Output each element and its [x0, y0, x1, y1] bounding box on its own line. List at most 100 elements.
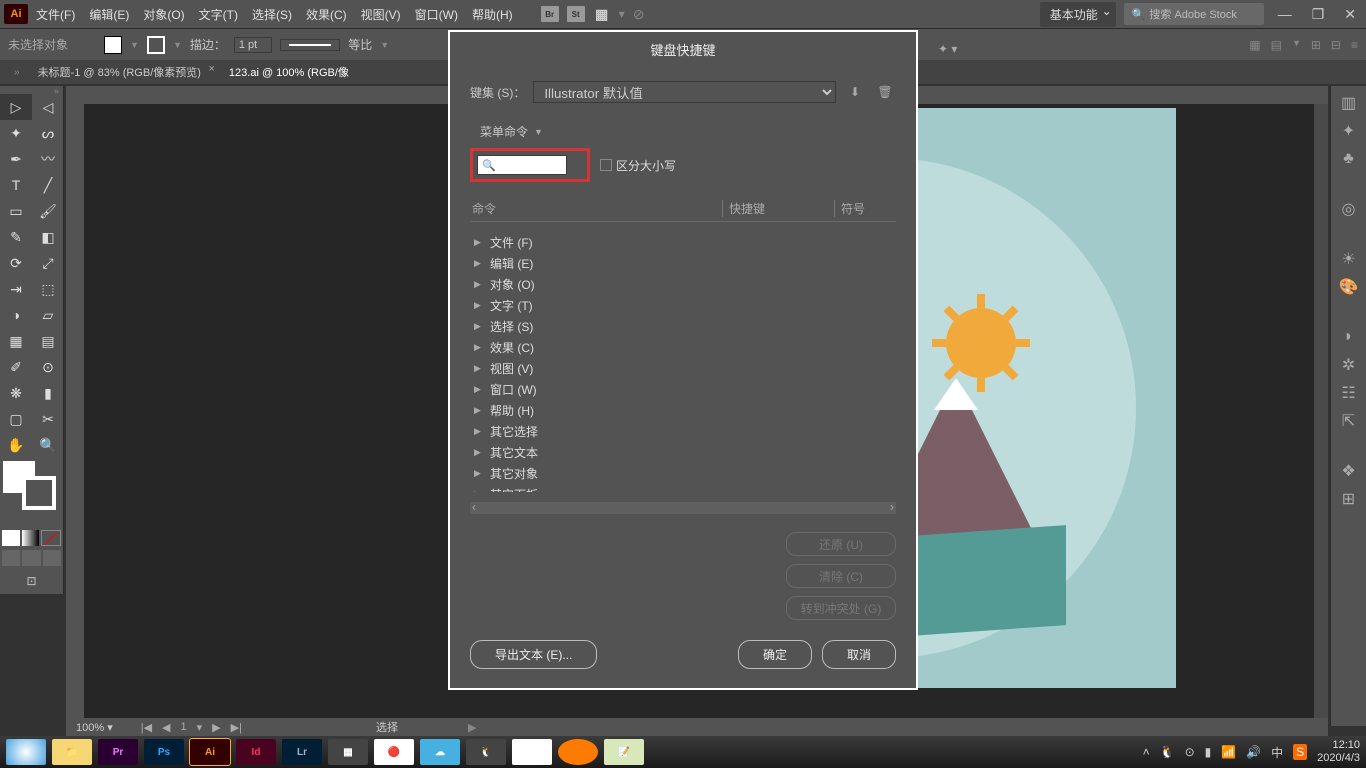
stroke-color[interactable]	[22, 476, 56, 510]
panel-icon[interactable]: ▤	[1271, 38, 1282, 52]
chevron-down-icon[interactable]: ▼	[1292, 38, 1301, 52]
cancel-button[interactable]: 取消	[822, 640, 896, 669]
line-tool[interactable]: ╱	[32, 172, 64, 198]
tray-ime-icon[interactable]: 中	[1271, 744, 1283, 761]
taskbar-chrome-icon[interactable]: ◉	[512, 739, 552, 765]
window-minimize[interactable]: —	[1272, 4, 1298, 24]
taskbar-app-icon[interactable]	[558, 739, 598, 765]
gpu-icon[interactable]: ⊘	[633, 6, 645, 23]
draw-mode[interactable]	[43, 550, 61, 566]
close-icon[interactable]: ×	[208, 63, 214, 75]
stock-icon[interactable]: St	[567, 6, 585, 22]
stroke-swatch[interactable]	[147, 36, 165, 54]
command-row[interactable]: ▶选择 (S)	[470, 316, 896, 337]
export-text-button[interactable]: 导出文本 (E)...	[470, 640, 597, 669]
artboard-tool[interactable]: ▢	[0, 406, 32, 432]
chevron-down-icon[interactable]: ▾	[619, 7, 625, 21]
fill-swatch[interactable]	[104, 36, 122, 54]
window-restore[interactable]: ❐	[1306, 4, 1331, 25]
curvature-tool[interactable]: 〰	[32, 146, 64, 172]
asset-export-icon[interactable]: ⇱	[1336, 408, 1362, 434]
save-preset-icon[interactable]: ⬇	[844, 81, 866, 103]
scale-tool[interactable]: ⤢	[32, 250, 64, 276]
mesh-tool[interactable]: ▦	[0, 328, 32, 354]
delete-preset-icon[interactable]: 🗑	[874, 81, 896, 103]
color-panel-icon[interactable]: ♣	[1336, 146, 1362, 172]
taskbar-qq-icon[interactable]: 🐧	[466, 739, 506, 765]
menu-select[interactable]: 选择(S)	[246, 2, 298, 27]
next-artboard[interactable]: ▶	[208, 721, 224, 734]
tray-network-icon[interactable]: ▮	[1205, 745, 1212, 759]
document-tab-active[interactable]: 123.ai @ 100% (RGB/像	[219, 60, 367, 84]
direct-selection-tool[interactable]: ◁	[32, 94, 64, 120]
tray-clock[interactable]: 12:10 2020/4/3	[1317, 739, 1360, 765]
taskbar-illustrator-icon[interactable]: Ai	[190, 739, 230, 765]
chevron-down-icon[interactable]: ▼	[130, 40, 139, 50]
color-mode[interactable]	[2, 530, 20, 546]
tray-chevron-icon[interactable]: ˄	[1143, 745, 1150, 759]
free-transform-tool[interactable]: ⬚	[32, 276, 64, 302]
selection-tool[interactable]: ▷	[0, 94, 32, 120]
none-mode[interactable]	[41, 530, 61, 546]
bridge-icon[interactable]: Br	[541, 6, 559, 22]
taskbar-explorer-icon[interactable]: 📁	[52, 739, 92, 765]
taskbar-lightroom-icon[interactable]: Lr	[282, 739, 322, 765]
command-row[interactable]: ▶文字 (T)	[470, 295, 896, 316]
menu-type[interactable]: 文字(T)	[193, 2, 244, 27]
rotate-tool[interactable]: ⟳	[0, 250, 32, 276]
screen-mode[interactable]: ⊡	[0, 568, 63, 594]
layers-panel-icon[interactable]: ❖	[1336, 458, 1362, 484]
taskbar-app-icon[interactable]: 🔴	[374, 739, 414, 765]
stroke-panel-icon[interactable]: ☷	[1336, 380, 1362, 406]
pen-tool[interactable]: ✒	[0, 146, 32, 172]
cc-panel-icon[interactable]: ◎	[1336, 196, 1362, 222]
stroke-profile[interactable]	[280, 39, 340, 51]
artboards-panel-icon[interactable]: ⊞	[1336, 486, 1362, 512]
command-row[interactable]: ▶文件 (F)	[470, 232, 896, 253]
artboard-dd-icon[interactable]: ▾	[193, 721, 207, 734]
chevron-down-icon[interactable]: ▼	[380, 40, 389, 50]
taskbar-indesign-icon[interactable]: Id	[236, 739, 276, 765]
case-checkbox[interactable]	[600, 159, 612, 171]
window-close[interactable]: ✕	[1338, 4, 1362, 25]
command-row[interactable]: ▶编辑 (E)	[470, 253, 896, 274]
prev-artboard[interactable]: ◀	[158, 721, 174, 734]
eyedropper-tool[interactable]: ✐	[0, 354, 32, 380]
gradient-mode[interactable]	[22, 530, 40, 546]
draw-mode[interactable]	[22, 550, 40, 566]
tray-app-icon[interactable]: ⊙	[1185, 745, 1195, 759]
taskbar-browser-icon[interactable]	[6, 739, 46, 765]
draw-mode[interactable]	[2, 550, 20, 566]
panel-menu-icon[interactable]: ✦ ▾	[938, 42, 957, 56]
command-row[interactable]: ▶其它选择	[470, 421, 896, 442]
command-type-dropdown[interactable]: 菜单命令	[480, 123, 528, 140]
command-row[interactable]: ▶其它对象	[470, 463, 896, 484]
zoom-tool[interactable]: 🔍	[32, 432, 64, 458]
menu-icon[interactable]: ≡	[1351, 38, 1358, 52]
blend-tool[interactable]: ⊙	[32, 354, 64, 380]
menu-effect[interactable]: 效果(C)	[300, 2, 353, 27]
stock-search[interactable]: 🔍 搜索 Adobe Stock	[1124, 3, 1264, 25]
taskbar-notepad-icon[interactable]: 📝	[604, 739, 644, 765]
arrange-icon[interactable]: ▦	[593, 6, 611, 22]
command-row[interactable]: ▶视图 (V)	[470, 358, 896, 379]
tray-qq-icon[interactable]: 🐧	[1160, 745, 1175, 759]
scroll-arrow-icon[interactable]: ▶	[468, 721, 476, 734]
perspective-tool[interactable]: ▱	[32, 302, 64, 328]
zoom-level[interactable]: 100% ▾	[72, 721, 127, 734]
tray-wifi-icon[interactable]: 📶	[1221, 745, 1236, 759]
properties-panel-icon[interactable]: ▥	[1336, 90, 1362, 116]
gradient-tool[interactable]: ▤	[32, 328, 64, 354]
scrollbar-horizontal[interactable]	[470, 502, 896, 514]
rectangle-tool[interactable]: ▭	[0, 198, 32, 224]
shape-builder-tool[interactable]: ◑	[0, 302, 32, 328]
color-wheel-icon[interactable]: ☀	[1336, 246, 1362, 272]
tray-sogou-icon[interactable]: S	[1293, 744, 1307, 760]
symbol-sprayer-tool[interactable]: ❋	[0, 380, 32, 406]
paintbrush-tool[interactable]: 🖌	[32, 198, 64, 224]
menu-edit[interactable]: 编辑(E)	[83, 2, 135, 27]
command-list[interactable]: ▶文件 (F)▶编辑 (E)▶对象 (O)▶文字 (T)▶选择 (S)▶效果 (…	[470, 232, 896, 492]
shortcut-search-input[interactable]: 🔍	[477, 155, 567, 175]
menu-object[interactable]: 对象(O)	[137, 2, 190, 27]
command-row[interactable]: ▶帮助 (H)	[470, 400, 896, 421]
